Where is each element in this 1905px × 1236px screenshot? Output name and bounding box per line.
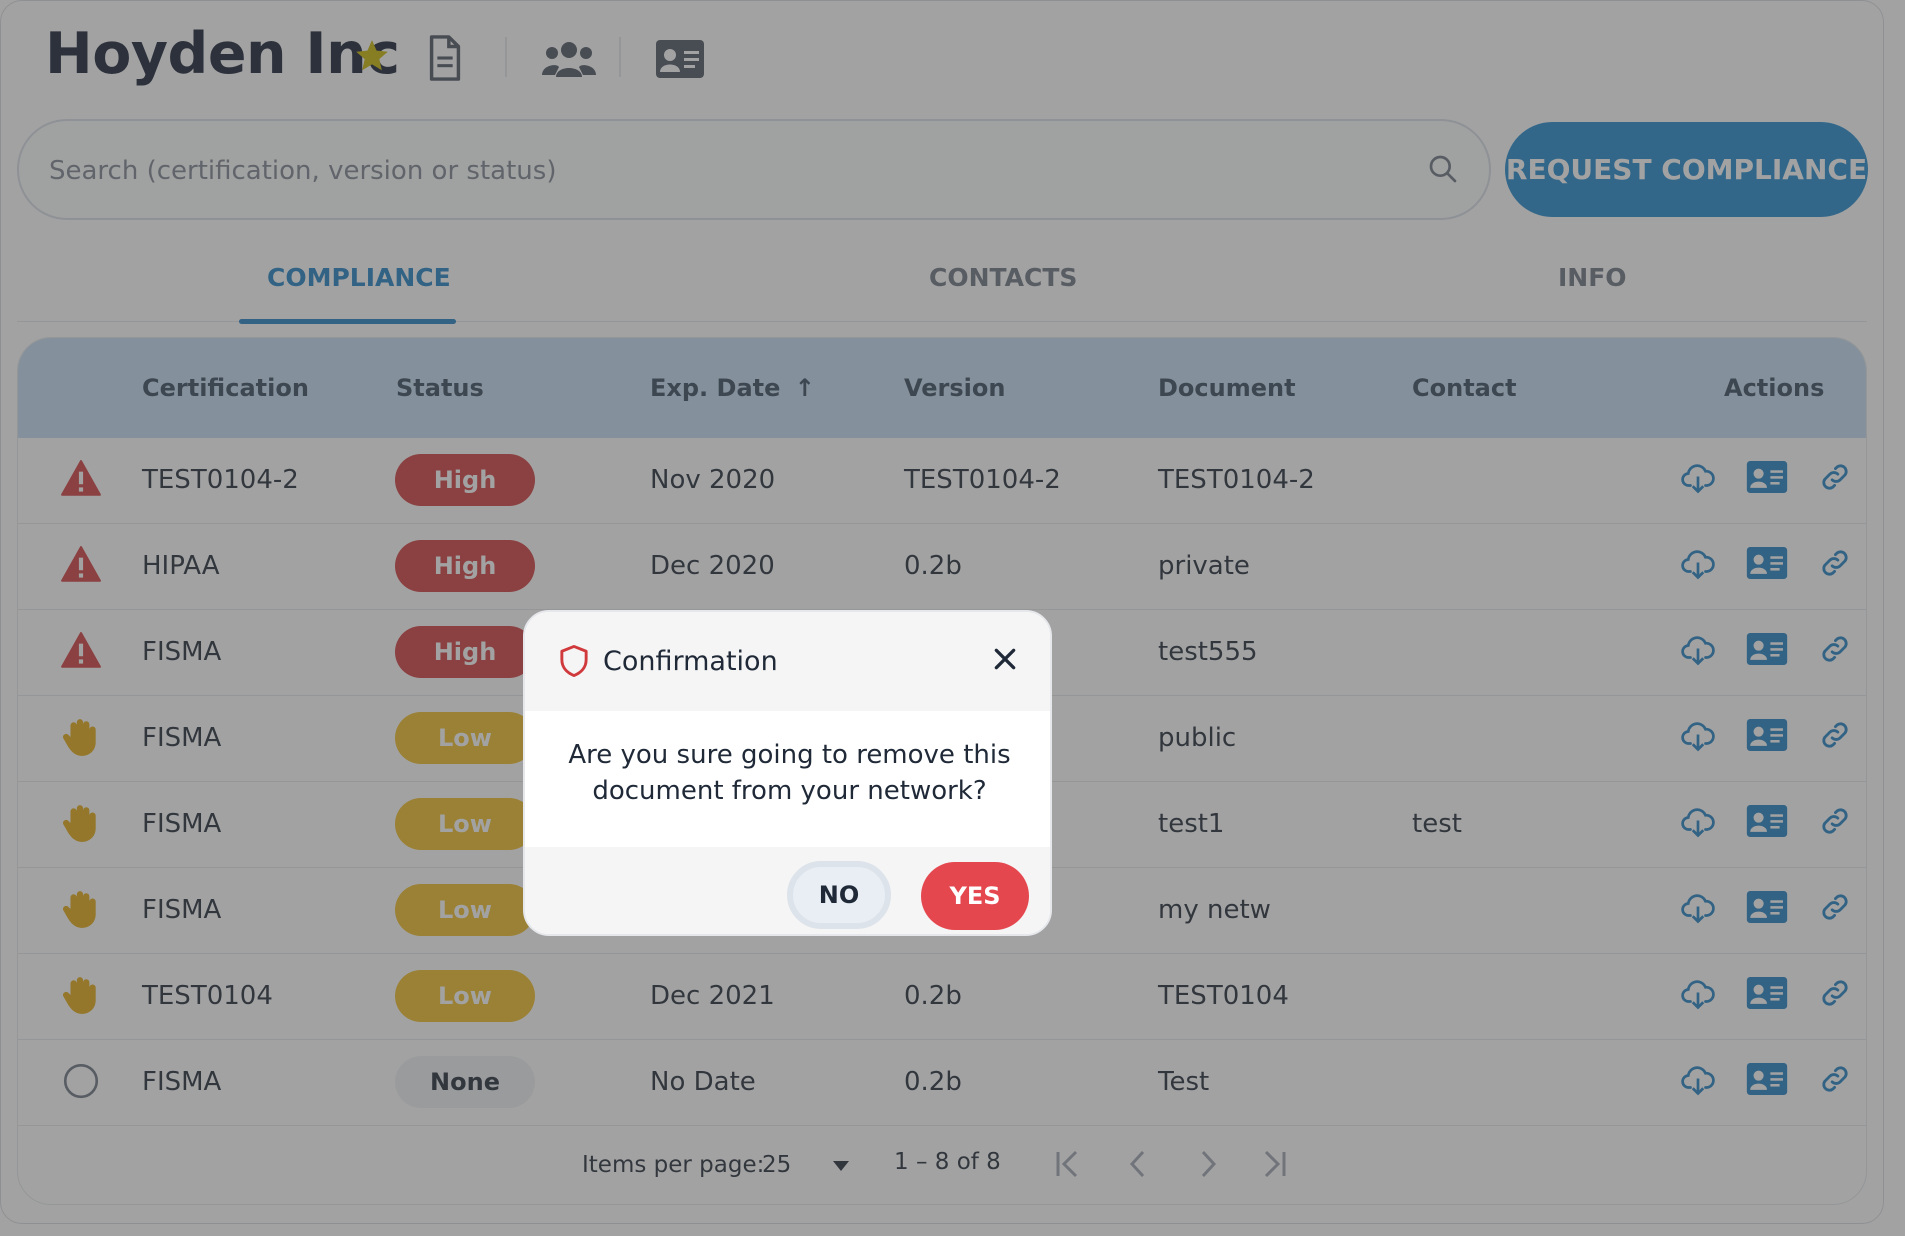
confirmation-dialog: Confirmation Are you sure going to remov…	[523, 610, 1052, 936]
shield-icon	[560, 644, 588, 678]
yes-button[interactable]: YES	[921, 862, 1029, 930]
dialog-title: Confirmation	[603, 646, 778, 677]
dialog-body: Are you sure going to remove this docume…	[525, 711, 1050, 847]
dialog-header: Confirmation	[525, 612, 1050, 711]
close-icon[interactable]	[992, 646, 1018, 672]
no-button[interactable]: NO	[787, 861, 891, 929]
dialog-message: Are you sure going to remove this docume…	[568, 740, 1011, 806]
dialog-footer: NO YES	[525, 847, 1050, 934]
